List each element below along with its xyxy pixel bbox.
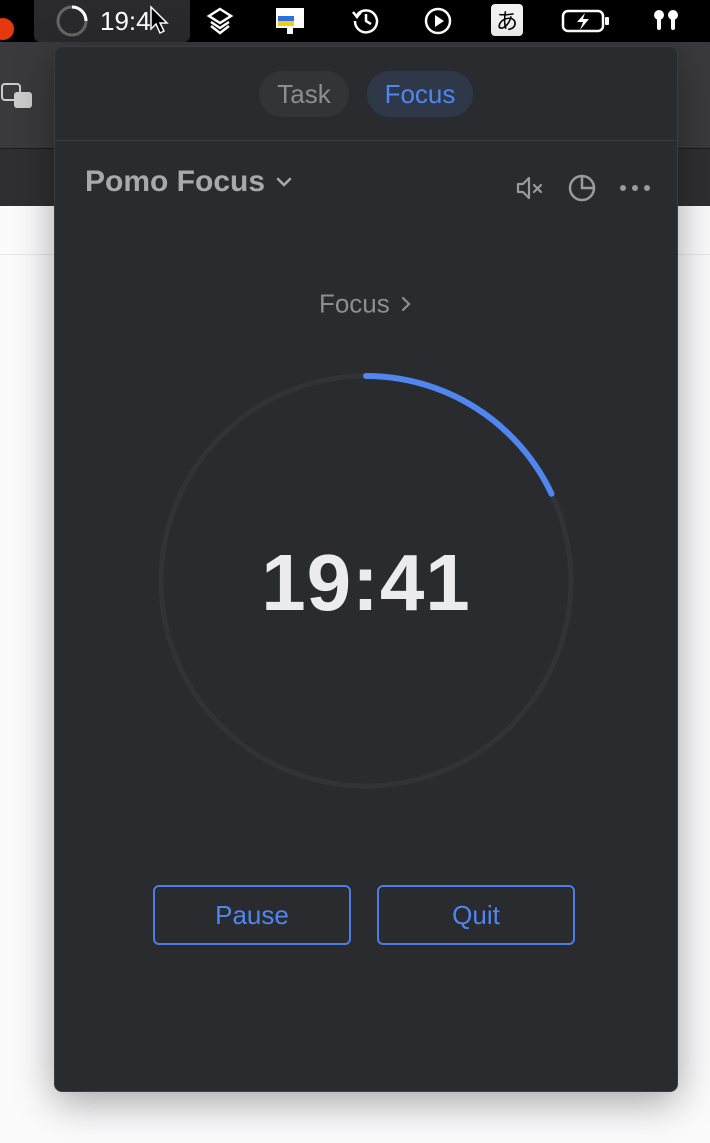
flag-monitor-icon[interactable]	[268, 0, 312, 42]
focus-mode-link[interactable]: Focus	[55, 287, 677, 320]
chevron-down-icon	[276, 177, 292, 187]
mute-icon[interactable]	[513, 171, 547, 205]
timer-display: 19:41	[261, 538, 471, 627]
airpods-icon[interactable]	[646, 0, 686, 42]
tab-task[interactable]: Task	[259, 71, 349, 117]
pomodoro-popover: Task Focus Pomo Focus Focus 19:41 Pause …	[54, 46, 678, 1092]
timer-selector[interactable]: Pomo Focus	[85, 165, 293, 199]
quit-button[interactable]: Quit	[377, 885, 575, 945]
progress-ring-icon	[50, 0, 94, 42]
record-indicator-icon	[0, 18, 14, 40]
layers-icon[interactable]	[202, 0, 238, 42]
header-divider	[55, 140, 677, 141]
translate-icon	[0, 82, 34, 117]
more-icon[interactable]	[618, 171, 652, 205]
menubar-clock[interactable]: 19:4	[100, 6, 151, 36]
mode-label: Focus	[318, 288, 390, 319]
time-machine-icon[interactable]	[348, 0, 384, 42]
chevron-right-icon	[401, 297, 411, 312]
battery-charging-icon[interactable]	[558, 0, 614, 42]
page-title: Pomo Focus	[85, 165, 266, 198]
pause-button[interactable]: Pause	[153, 885, 351, 945]
cursor-icon	[146, 0, 172, 42]
tab-focus[interactable]: Focus	[367, 71, 473, 117]
ring-progress-arc	[363, 373, 555, 497]
input-method-indicator[interactable]: あ	[491, 4, 523, 36]
play-circle-icon[interactable]	[420, 0, 456, 42]
menu-bar: 19:4 あ	[0, 0, 710, 42]
pie-chart-icon[interactable]	[565, 171, 599, 205]
